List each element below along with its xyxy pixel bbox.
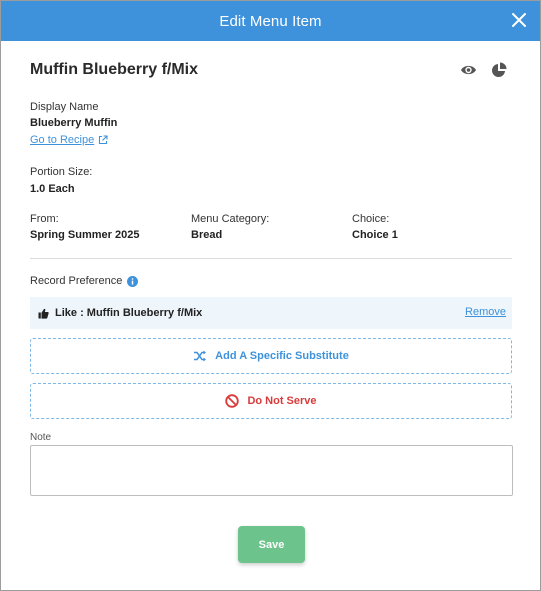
close-icon[interactable] xyxy=(510,11,528,29)
thumbs-up-icon xyxy=(38,308,49,319)
from-label: From: xyxy=(30,213,59,225)
menu-category-value: Bread xyxy=(191,229,223,241)
note-label: Note xyxy=(30,432,52,443)
dialog-title: Edit Menu Item xyxy=(219,12,322,30)
add-substitute-label: Add A Specific Substitute xyxy=(215,350,349,362)
info-icon[interactable] xyxy=(127,276,138,287)
choice-label: Choice: xyxy=(352,213,390,225)
do-not-serve-label: Do Not Serve xyxy=(247,395,317,407)
save-button[interactable]: Save xyxy=(238,526,305,563)
prohibited-icon xyxy=(225,394,240,408)
pie-chart-icon[interactable] xyxy=(491,62,507,78)
go-to-recipe-link[interactable]: Go to Recipe xyxy=(30,134,108,146)
eye-icon[interactable] xyxy=(460,63,477,77)
edit-menu-item-dialog: Edit Menu Item Muffin Blueberry f/Mix Di… xyxy=(0,0,541,591)
record-preference-label: Record Preference xyxy=(30,275,123,287)
add-substitute-button[interactable]: Add A Specific Substitute xyxy=(30,338,512,374)
note-textarea[interactable] xyxy=(30,445,513,496)
external-link-icon xyxy=(99,135,108,145)
display-name-label: Display Name xyxy=(30,101,99,113)
preference-text: Like : Muffin Blueberry f/Mix xyxy=(55,307,203,319)
portion-size-value: 1.0 Each xyxy=(30,183,75,195)
divider xyxy=(30,258,512,259)
portion-size-label: Portion Size: xyxy=(30,166,93,178)
shuffle-icon xyxy=(194,350,207,362)
from-value: Spring Summer 2025 xyxy=(30,229,140,241)
remove-preference-link[interactable]: Remove xyxy=(465,306,506,318)
current-preference: Like : Muffin Blueberry f/Mix Remove xyxy=(30,297,512,329)
dialog-header: Edit Menu Item xyxy=(1,1,540,41)
choice-value: Choice 1 xyxy=(352,229,398,241)
item-title: Muffin Blueberry f/Mix xyxy=(30,61,199,78)
go-to-recipe-label: Go to Recipe xyxy=(30,134,95,146)
display-name-value: Blueberry Muffin xyxy=(30,117,118,129)
do-not-serve-button[interactable]: Do Not Serve xyxy=(30,383,512,419)
menu-category-label: Menu Category: xyxy=(191,213,270,225)
